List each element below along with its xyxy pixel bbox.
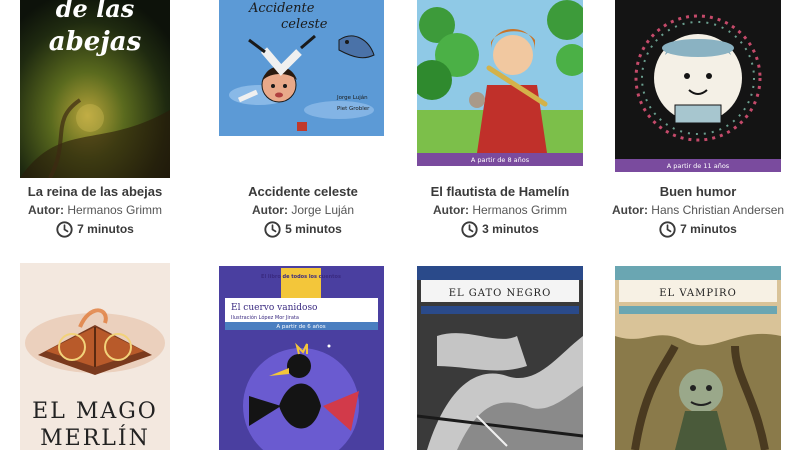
author-label: Autor: [27,203,64,217]
clock-icon [461,220,478,238]
reading-time-text: 3 minutos [482,222,539,236]
cover-title-line2: MERLÍN [40,424,150,450]
book-cover-la-reina-de-las-abejas[interactable]: de las abejas [20,0,170,178]
reading-time-text: 7 minutos [77,222,134,236]
book-cover-accidente-celeste[interactable]: Accidente celeste Jorge Luján Piet Grobl… [219,0,384,136]
author-label: Autor: [611,203,648,217]
clock-icon [264,220,281,238]
book-meta: Accidente celeste Autor: Jorge Luján 5 m… [203,183,403,239]
cover-title: EL VAMPIRO [659,288,737,299]
book-title[interactable]: La reina de las abejas [0,183,195,201]
reading-time: 7 minutos [0,219,195,239]
book-meta: La reina de las abejas Autor: Hermanos G… [0,183,195,239]
cover-credit: Ilustración López Mor Jirata [231,314,299,321]
cover-series: El libro de todos los cuentos [261,274,341,280]
book-meta: Buen humor Autor: Hans Christian Anderse… [598,183,798,239]
clock-icon [659,220,676,238]
cover-title-line1: EL MAGO [32,399,158,424]
book-author: Autor: Hermanos Grimm [0,201,195,219]
author-name: Hermanos Grimm [472,203,568,217]
author-name: Hans Christian Andersen [651,203,785,217]
author-label: Autor: [251,203,288,217]
book-cover-el-gato-negro[interactable]: EL GATO NEGRO [417,266,583,450]
book-title[interactable]: Buen humor [598,183,798,201]
cover-title-b: celeste [281,17,328,32]
book-cover-buen-humor[interactable]: A partir de 11 años [615,0,781,172]
cover-age-band: A partir de 11 años [667,162,730,170]
book-author: Autor: Hermanos Grimm [400,201,600,219]
cover-title-line1: de las [56,0,135,23]
author-name: Hermanos Grimm [67,203,163,217]
cover-illustrator-text: Piet Grobler [337,106,370,112]
reading-time: 7 minutos [598,219,798,239]
cover-age-band: A partir de 8 años [471,156,530,164]
reading-time-text: 7 minutos [680,222,737,236]
reading-time-text: 5 minutos [285,222,342,236]
cover-author-text: Jorge Luján [336,94,368,101]
author-label: Autor: [432,203,469,217]
cover-title: El cuervo vanidoso [231,303,317,313]
book-meta: El flautista de Hamelín Autor: Hermanos … [400,183,600,239]
clock-icon [56,220,73,238]
book-cover-el-flautista-de-hamelin[interactable]: A partir de 8 años [417,0,583,166]
cover-title-a: Accidente [248,1,315,16]
reading-time: 3 minutos [400,219,600,239]
book-cover-el-mago-merlin[interactable]: EL MAGO MERLÍN [20,263,170,450]
book-author: Autor: Hans Christian Andersen [598,201,798,219]
author-name: Jorge Luján [291,203,355,217]
book-cover-el-cuervo-vanidoso[interactable]: El libro de todos los cuentos El cuervo … [219,266,384,450]
reading-time: 5 minutos [203,219,403,239]
cover-title-line2: abejas [49,27,142,57]
book-author: Autor: Jorge Luján [203,201,403,219]
cover-title: EL GATO NEGRO [449,288,552,299]
book-cover-el-vampiro[interactable]: EL VAMPIRO [615,266,781,450]
book-title[interactable]: Accidente celeste [203,183,403,201]
cover-age-band: A partir de 6 años [276,324,325,330]
book-title[interactable]: El flautista de Hamelín [400,183,600,201]
